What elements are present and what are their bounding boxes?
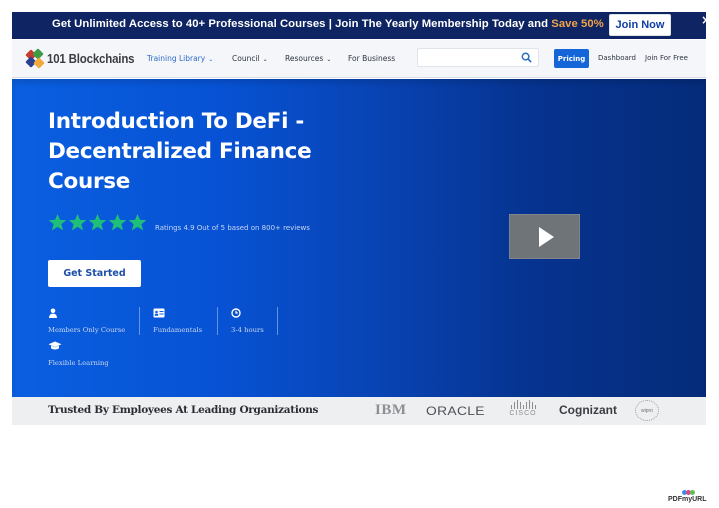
promo-text: Get Unlimited Access to 40+ Professional… [52,18,604,30]
nav-label: Council [232,54,260,63]
nav-label: Training Library [147,54,206,63]
user-icon [49,308,57,318]
pricing-button[interactable]: Pricing [554,49,589,68]
trusted-section: Trusted By Employees At Leading Organiza… [12,397,706,425]
cisco-bars-icon [505,400,541,409]
meta-label: Flexible Learning [48,359,109,367]
logo-icon [25,48,45,69]
logo-text: 101 Blockchains [47,52,135,66]
cisco-logo: CISCO [505,400,541,417]
clock-icon [231,308,241,318]
meta-divider [139,307,140,335]
graduation-cap-icon [48,341,62,350]
cognizant-logo: Cognizant [559,403,617,417]
rating-text: Ratings 4.9 Out of 5 based on 800+ revie… [155,224,310,232]
wipro-logo: wipro [635,400,659,421]
meta-label: 3-4 hours [231,326,264,334]
watermark: PDFmyURL [668,496,707,503]
close-icon[interactable]: × [701,13,711,27]
search-icon[interactable] [521,52,532,63]
nav-resources[interactable]: Resources ⌄ [285,54,331,63]
promo-banner: Get Unlimited Access to 40+ Professional… [12,12,711,39]
nav-for-business[interactable]: For Business [348,54,395,63]
meta-label: Fundamentals [153,326,203,334]
chevron-down-icon: ⌄ [208,56,214,63]
star-icon [68,213,87,231]
nav-label: Resources [285,54,324,63]
hero-section: Introduction To DeFi - Decentralized Fin… [12,79,706,397]
cisco-wordmark: CISCO [509,410,537,417]
dashboard-link[interactable]: Dashboard [598,54,636,62]
star-icon [128,213,147,231]
meta-divider [217,307,218,335]
chevron-down-icon: ⌄ [326,56,332,63]
join-for-free-link[interactable]: Join For Free [645,54,688,62]
promo-highlight: Save 50% [551,18,604,30]
id-card-icon [153,308,165,318]
search-input[interactable] [418,51,518,68]
logo[interactable]: 101 Blockchains [25,48,142,69]
video-player[interactable] [509,214,580,259]
meta-label: Members Only Course [48,326,126,334]
star-icon [108,213,127,231]
chevron-down-icon: ⌄ [262,56,268,63]
trusted-title: Trusted By Employees At Leading Organiza… [48,404,319,416]
nav-training-library[interactable]: Training Library ⌄ [147,54,213,63]
star-icon [88,213,107,231]
join-now-button[interactable]: Join Now [609,14,671,36]
get-started-button[interactable]: Get Started [48,260,141,287]
star-icon [48,213,67,231]
ibm-logo: IBM [375,402,407,418]
nav-council[interactable]: Council ⌄ [232,54,268,63]
rating-stars [48,213,147,232]
navbar: 101 Blockchains Training Library ⌄ Counci… [12,40,706,78]
promo-message: Get Unlimited Access to 40+ Professional… [52,18,552,30]
nav-label: For Business [348,54,396,63]
play-icon[interactable] [538,226,554,247]
course-title: Introduction To DeFi - Decentralized Fin… [48,109,312,194]
wipro-wordmark: wipro [641,407,653,414]
pdfmyurl-logo-icon [682,490,695,495]
oracle-logo: ORACLE [426,404,485,418]
meta-divider [277,307,278,335]
search-box[interactable] [417,48,539,68]
